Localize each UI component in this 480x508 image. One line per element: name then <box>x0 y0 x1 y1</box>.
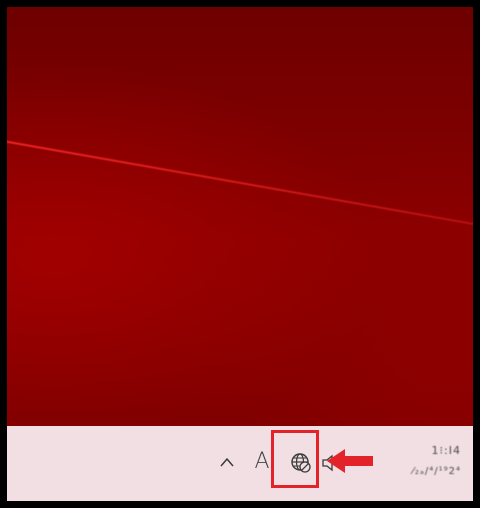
wallpaper-light-streak <box>7 139 473 232</box>
clock-date: ⁄₂ₐ/⁴/¹⁹2⁴ <box>412 466 461 477</box>
show-hidden-icons-button[interactable] <box>215 448 239 476</box>
desktop-wallpaper <box>7 7 473 427</box>
clock-time: 1⁝:Ⅰ4 <box>431 444 461 457</box>
taskbar: A 1⁝:Ⅰ4 ⁄₂ₐ/⁴/¹⁹2⁴ <box>7 426 473 501</box>
screenshot-frame: A 1⁝:Ⅰ4 ⁄₂ₐ/⁴/¹⁹2⁴ <box>0 0 480 508</box>
chevron-up-icon <box>220 457 234 467</box>
annotation-arrow-icon <box>327 449 373 473</box>
network-icon-highlight-box <box>271 430 319 488</box>
input-indicator-label: A <box>254 449 270 474</box>
input-indicator-button[interactable]: A <box>251 448 273 476</box>
